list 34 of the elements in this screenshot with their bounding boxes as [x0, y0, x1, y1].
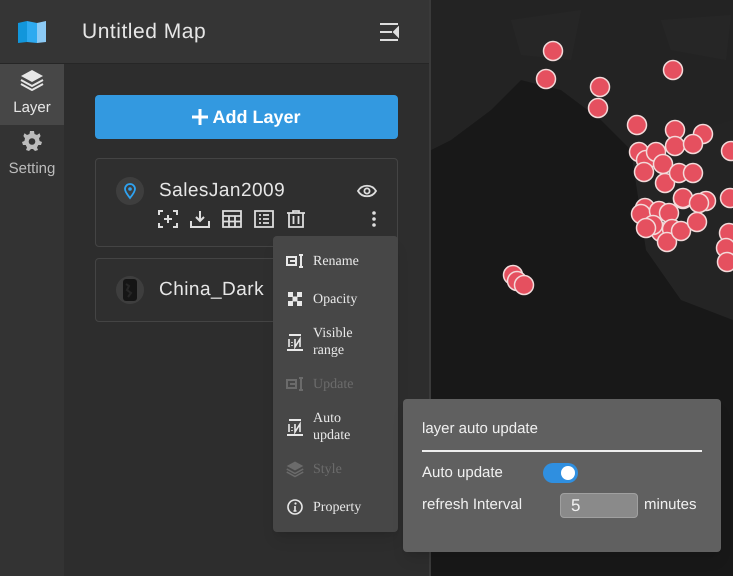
location-pin-icon: [116, 177, 144, 206]
list-icon[interactable]: [254, 210, 274, 228]
menu-item[interactable]: Auto update: [273, 403, 398, 450]
map-logo-icon: [17, 20, 47, 44]
map-title: Untitled Map: [82, 18, 206, 45]
table-icon[interactable]: [222, 210, 242, 228]
checker-icon: [288, 292, 302, 306]
toggle-switch[interactable]: [543, 462, 578, 483]
menu-item[interactable]: Property: [273, 488, 398, 526]
sidebar-tab[interactable]: Setting: [0, 125, 64, 186]
collapse-menu-icon[interactable]: [379, 22, 399, 42]
scale-range-icon: [286, 332, 304, 350]
visibility-eye-icon[interactable]: [357, 184, 377, 198]
layers-icon: [20, 69, 44, 92]
rename-icon: [286, 376, 304, 392]
zoom-to-layer-icon[interactable]: [158, 210, 178, 228]
layer-name: SalesJan2009: [159, 179, 286, 203]
plus-icon: [192, 109, 208, 125]
toggle-label: Auto update: [422, 462, 504, 482]
rename-icon: [286, 253, 304, 269]
info-icon: [287, 499, 303, 515]
scale-range-icon: [286, 418, 304, 436]
interval-label: refresh Interval: [422, 495, 524, 516]
unit-label: minutes: [644, 495, 697, 516]
layer-name: China_Dark: [159, 278, 264, 302]
sidebar-tab[interactable]: Layer: [0, 64, 64, 125]
panel-title: layer auto update: [422, 418, 702, 452]
layer-card[interactable]: SalesJan2009: [95, 158, 398, 247]
more-options-icon[interactable]: [372, 210, 376, 228]
settings-icon: [21, 130, 43, 152]
download-icon[interactable]: [190, 210, 210, 228]
menu-item[interactable]: Opacity: [273, 280, 398, 318]
delete-icon[interactable]: [286, 210, 306, 228]
layer-thumbnail-icon: [116, 276, 144, 304]
